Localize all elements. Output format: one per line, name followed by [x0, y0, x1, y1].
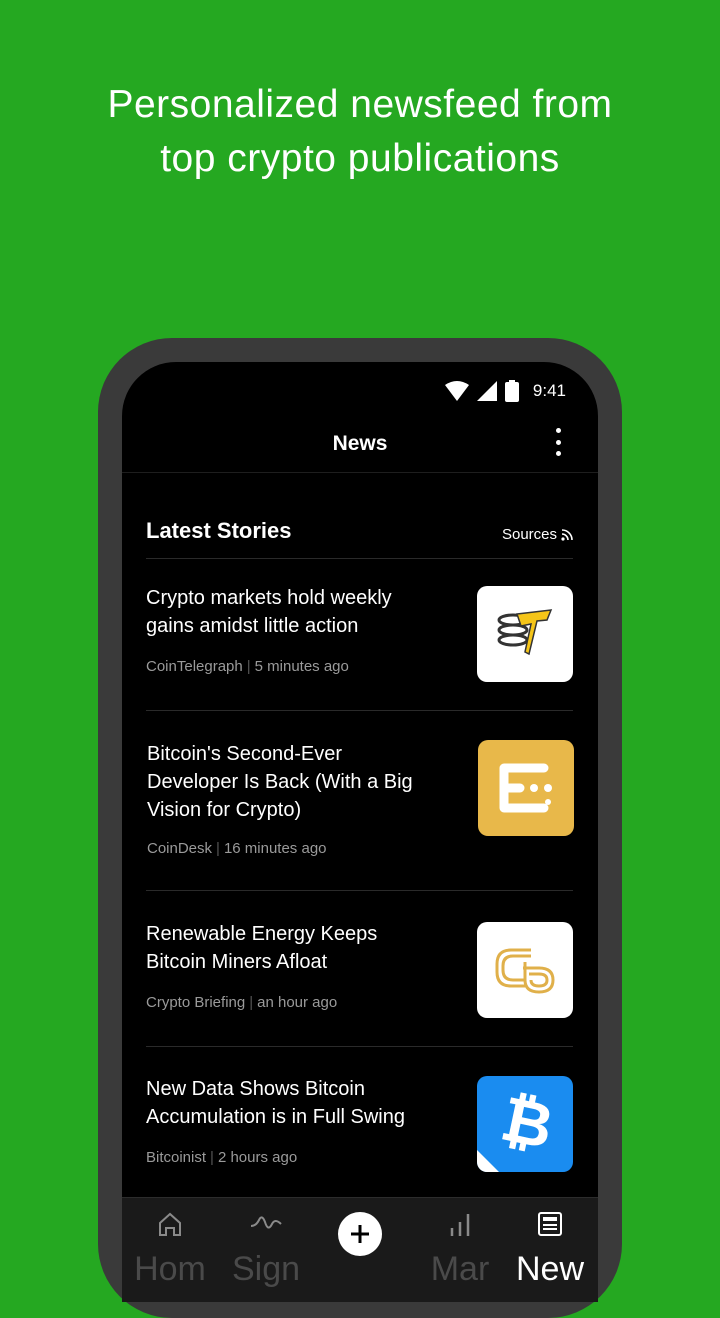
sources-link[interactable]: Sources	[502, 526, 573, 543]
tab-label: Mar	[430, 1250, 490, 1288]
story-meta: Crypto Briefing | an hour ago	[146, 994, 338, 1011]
story-meta: CoinDesk | 16 minutes ago	[147, 840, 327, 857]
bitcoinist-logo: ₿	[477, 1076, 573, 1172]
status-time: 9:41	[532, 381, 566, 400]
page-title: News	[332, 432, 388, 455]
story-time: an hour ago	[257, 994, 338, 1011]
plus-icon	[351, 1225, 369, 1243]
cryptobriefing-logo	[477, 922, 573, 1018]
tab-signals[interactable]: Sign	[218, 1198, 314, 1302]
story-source: CoinDesk	[147, 840, 213, 857]
battery-icon	[504, 380, 519, 402]
tab-label: Hom	[134, 1250, 206, 1288]
tab-label: Sign	[231, 1250, 301, 1288]
story-time: 16 minutes ago	[223, 840, 327, 857]
story-time: 2 hours ago	[217, 1149, 298, 1166]
tab-news[interactable]: New	[502, 1198, 598, 1302]
coindesk-logo	[478, 740, 574, 836]
more-options-button[interactable]	[546, 426, 570, 458]
story-item[interactable]: Renewable Energy Keeps Bitcoin Miners Af…	[146, 920, 573, 1047]
story-title: Crypto markets hold weekly gains amidst …	[146, 587, 392, 637]
story-source: CoinTelegraph	[146, 658, 243, 675]
home-icon	[159, 1212, 181, 1236]
story-time: 5 minutes ago	[254, 658, 349, 675]
tab-label: New	[515, 1250, 585, 1288]
bar-chart-icon	[450, 1214, 470, 1236]
tab-markets[interactable]: Mar	[412, 1198, 508, 1302]
story-source: Bitcoinist	[146, 1149, 207, 1166]
status-bar: 9:41	[444, 376, 566, 406]
story-meta: Bitcoinist | 2 hours ago	[146, 1149, 298, 1166]
phone-screen: 9:41 News Latest Stories Sources Crypto …	[122, 362, 598, 1302]
svg-text:₿: ₿	[495, 1085, 559, 1163]
story-title: New Data Shows Bitcoin Accumulation is i…	[146, 1078, 405, 1128]
promo-line-1: Personalized newsfeed from	[107, 83, 613, 126]
story-item[interactable]: New Data Shows Bitcoin Accumulation is i…	[146, 1075, 573, 1198]
cointelegraph-logo	[477, 586, 573, 682]
more-vertical-icon	[555, 428, 561, 433]
cell-signal-icon	[476, 381, 497, 401]
app-header: News	[122, 420, 598, 473]
tab-home[interactable]: Hom	[122, 1198, 218, 1302]
promo-line-2: top crypto publications	[160, 137, 560, 180]
story-item[interactable]: Crypto markets hold weekly gains amidst …	[146, 584, 573, 711]
story-title: Renewable Energy Keeps Bitcoin Miners Af…	[146, 923, 378, 973]
section-title: Latest Stories	[146, 518, 292, 543]
rss-icon	[561, 528, 573, 541]
wifi-icon	[444, 381, 469, 401]
story-title: Bitcoin's Second-Ever Developer Is Back …	[147, 743, 413, 821]
newspaper-icon	[538, 1212, 562, 1236]
story-meta: CoinTelegraph | 5 minutes ago	[146, 658, 349, 675]
bottom-tab-bar: Hom Sign Mar New	[122, 1197, 598, 1302]
add-button[interactable]	[338, 1212, 382, 1256]
promo-headline: Personalized newsfeed from top crypto pu…	[0, 78, 720, 186]
story-source: Crypto Briefing	[146, 994, 246, 1011]
sources-label: Sources	[501, 526, 557, 543]
signal-wave-icon	[250, 1216, 282, 1229]
story-item[interactable]: Bitcoin's Second-Ever Developer Is Back …	[146, 740, 574, 891]
section-header: Latest Stories Sources	[146, 514, 573, 559]
